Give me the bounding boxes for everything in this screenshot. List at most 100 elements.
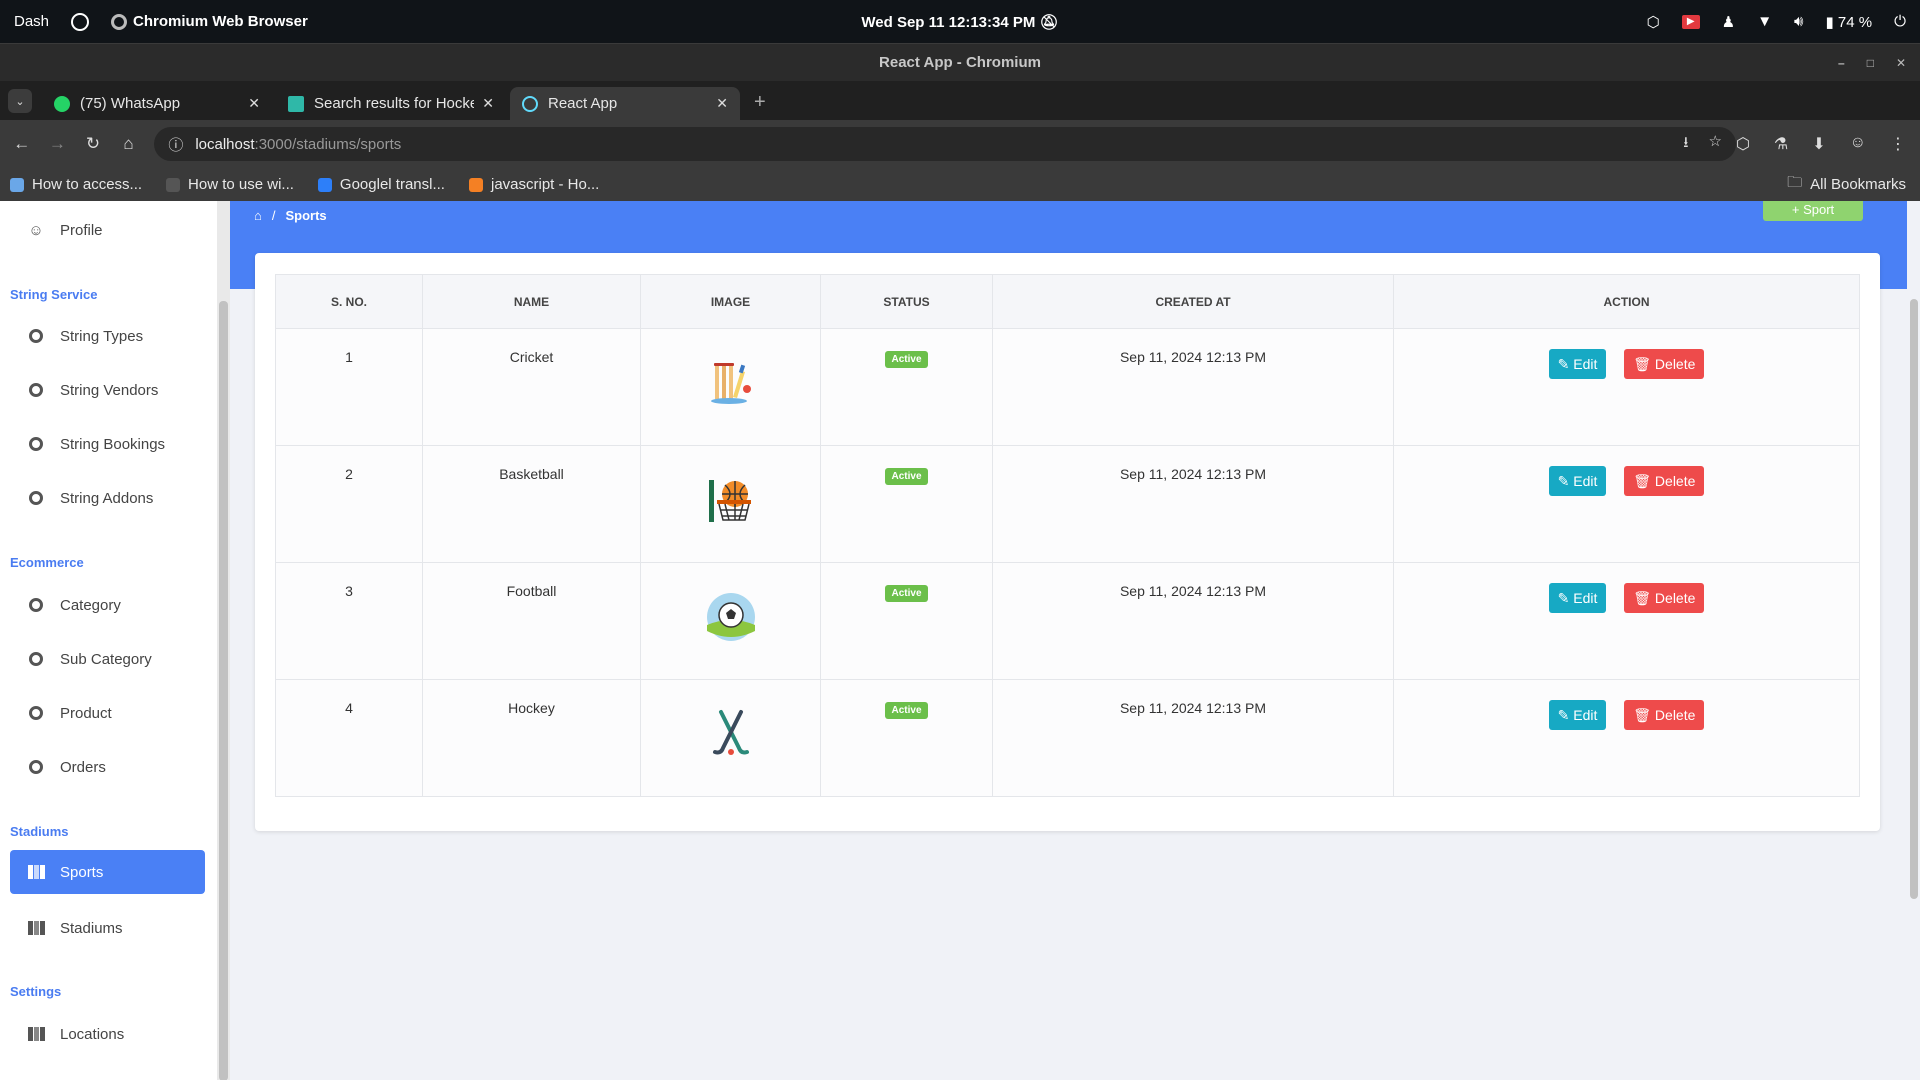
- edit-button[interactable]: ✎ Edit: [1548, 700, 1607, 730]
- bookmark-item[interactable]: javascript - Ho...: [468, 176, 600, 193]
- delete-button[interactable]: 🗑︎ Delete: [1624, 349, 1705, 379]
- tab-whatsapp[interactable]: (75) WhatsApp ✕: [42, 87, 272, 120]
- screen-record-icon[interactable]: ▶: [1681, 14, 1700, 29]
- sidebar-item-label: String Types: [60, 327, 144, 345]
- bookmark-item[interactable]: How to use wi...: [166, 176, 294, 193]
- delete-button[interactable]: 🗑︎ Delete: [1624, 583, 1705, 613]
- download-icon[interactable]: ⬇: [1812, 134, 1825, 154]
- tab-react-app[interactable]: React App ✕: [510, 87, 740, 120]
- edit-button[interactable]: ✎ Edit: [1548, 466, 1607, 496]
- cell-status: Active: [820, 445, 993, 563]
- sidebar-section-title: Stadiums: [10, 824, 69, 839]
- sidebar-item-label: Product: [60, 704, 112, 722]
- cell-image: [640, 679, 821, 797]
- cell-created-at: Sep 11, 2024 12:13 PM: [992, 679, 1394, 797]
- menu-icon[interactable]: ⋮: [1890, 134, 1906, 154]
- reload-icon[interactable]: ↻: [75, 134, 111, 154]
- sidebar-item-sports[interactable]: Sports: [10, 850, 205, 894]
- battery-icon[interactable]: ▮ 74 %: [1826, 13, 1873, 31]
- sidebar-item-profile[interactable]: ☺ Profile: [10, 208, 205, 252]
- tab-close-icon[interactable]: ✕: [716, 95, 728, 112]
- plus-icon: +: [1791, 202, 1804, 217]
- ubuntu-icon[interactable]: [71, 12, 90, 31]
- status-badge: Active: [885, 468, 928, 485]
- trash-icon: 🗑︎: [1633, 355, 1655, 372]
- sidebar-item-category[interactable]: Category: [10, 583, 205, 627]
- site-favicon-icon: [288, 95, 304, 112]
- add-button-label: Sport: [1803, 202, 1835, 217]
- maximize-icon[interactable]: □: [1867, 56, 1874, 70]
- sidebar-item-product[interactable]: Product: [10, 691, 205, 735]
- bookmark-label: javascript - Ho...: [490, 176, 600, 193]
- profile-icon[interactable]: ☺: [1850, 134, 1866, 154]
- tab-search-button[interactable]: ⌄: [8, 89, 32, 113]
- cell-name: Hockey: [422, 679, 641, 797]
- bookmark-item[interactable]: How to access...: [10, 176, 142, 193]
- column-header[interactable]: CREATED AT: [992, 274, 1394, 329]
- edit-icon: ✎: [1557, 589, 1574, 606]
- address-bar[interactable]: ⓘ localhost:3000/stadiums/sports ⭳ ☆: [154, 127, 1736, 161]
- delete-button[interactable]: 🗑︎ Delete: [1624, 466, 1705, 496]
- add-sport-button[interactable]: + Sport: [1763, 201, 1863, 221]
- column-header[interactable]: ACTION: [1393, 274, 1860, 329]
- back-icon[interactable]: ←: [4, 134, 40, 154]
- cell-name: Basketball: [422, 445, 641, 563]
- status-badge: Active: [885, 585, 928, 602]
- site-info-icon[interactable]: ⓘ: [168, 134, 183, 155]
- cell-sno: 4: [275, 679, 423, 797]
- column-header[interactable]: IMAGE: [640, 274, 821, 329]
- trash-icon: 🗑︎: [1633, 472, 1655, 489]
- trash-icon: 🗑︎: [1633, 589, 1655, 606]
- tab-search-results[interactable]: Search results for Hocke ✕: [276, 87, 506, 120]
- labs-icon[interactable]: ⚗: [1774, 134, 1788, 154]
- sidebar-item-string-types[interactable]: String Types: [10, 314, 205, 358]
- sidebar-item-label: String Vendors: [60, 381, 159, 399]
- edit-button[interactable]: ✎ Edit: [1548, 349, 1607, 379]
- volume-icon[interactable]: 🔊︎: [1794, 13, 1803, 30]
- main-content: ⌂ / Sports + Sport S. NO. NAME IMAGE STA…: [230, 201, 1920, 1080]
- bookmark-item[interactable]: Googlel transl...: [317, 176, 445, 193]
- new-tab-icon[interactable]: +: [754, 91, 766, 114]
- sidebar-item-locations[interactable]: Locations: [10, 1012, 205, 1056]
- sidebar-item-string-vendors[interactable]: String Vendors: [10, 368, 205, 412]
- edit-label: Edit: [1573, 473, 1598, 489]
- home-icon[interactable]: ⌂: [254, 208, 262, 223]
- column-header[interactable]: STATUS: [820, 274, 993, 329]
- tab-title: React App: [548, 95, 618, 112]
- extensions-icon[interactable]: ⬡: [1736, 134, 1750, 154]
- all-bookmarks-button[interactable]: 🗀︎ All Bookmarks: [1787, 172, 1906, 197]
- edit-icon: ✎: [1557, 355, 1574, 372]
- bookmark-label: How to access...: [32, 176, 143, 193]
- cell-image: [640, 328, 821, 446]
- accessibility-icon[interactable]: ♟: [1722, 13, 1735, 31]
- power-icon[interactable]: ⏻: [1894, 13, 1906, 30]
- activities-button[interactable]: Dash: [14, 13, 49, 30]
- status-badge: Active: [885, 702, 928, 719]
- edit-button[interactable]: ✎ Edit: [1548, 583, 1607, 613]
- sidebar-item-string-addons[interactable]: String Addons: [10, 476, 205, 520]
- sidebar-item-label: Stadiums: [60, 919, 123, 937]
- minimize-icon[interactable]: –: [1838, 56, 1845, 70]
- app-menu[interactable]: Chromium Web Browser: [111, 13, 308, 31]
- bookmark-star-icon[interactable]: ☆: [1708, 132, 1721, 157]
- sidebar-item-stadiums[interactable]: Stadiums: [10, 906, 205, 950]
- column-header[interactable]: NAME: [422, 274, 641, 329]
- delete-button[interactable]: 🗑︎ Delete: [1624, 700, 1705, 730]
- sidebar-item-sub-category[interactable]: Sub Category: [10, 637, 205, 681]
- sidebar-scrollbar[interactable]: [217, 201, 230, 1080]
- column-header[interactable]: S. NO.: [275, 274, 423, 329]
- close-icon[interactable]: ✕: [1896, 56, 1906, 70]
- extension-indicator-icon[interactable]: ⬡: [1647, 13, 1660, 31]
- cell-name: Football: [422, 562, 641, 680]
- tab-close-icon[interactable]: ✕: [248, 95, 260, 112]
- circle-c-icon: [26, 383, 46, 397]
- sidebar-item-orders[interactable]: Orders: [10, 745, 205, 789]
- wifi-icon[interactable]: ▼: [1757, 13, 1772, 30]
- install-app-icon[interactable]: ⭳: [1683, 132, 1688, 157]
- forward-icon[interactable]: →: [40, 134, 76, 154]
- map-icon: [26, 1027, 46, 1041]
- page-scrollbar[interactable]: [1907, 201, 1920, 1080]
- tab-close-icon[interactable]: ✕: [482, 95, 494, 112]
- sidebar-item-string-bookings[interactable]: String Bookings: [10, 422, 205, 466]
- home-icon[interactable]: ⌂: [111, 134, 147, 154]
